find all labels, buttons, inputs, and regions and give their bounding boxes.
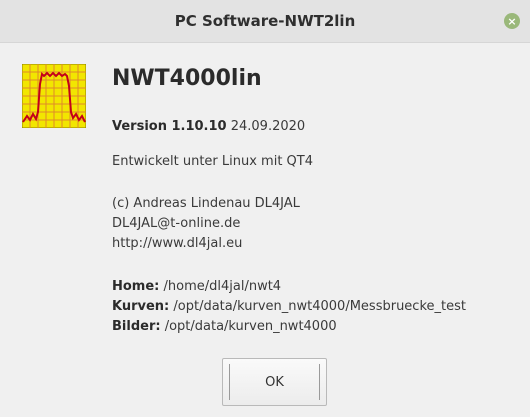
- bilder-path-value: /opt/data/kurven_nwt4000: [164, 319, 337, 334]
- copyright-line: (c) Andreas Lindenau DL4JAL: [112, 196, 300, 211]
- home-path-value: /home/dl4jal/nwt4: [163, 279, 282, 294]
- ok-button-label: OK: [265, 374, 284, 390]
- email-text: DL4JAL@t-online.de: [112, 216, 241, 231]
- version-label: Version 1.10.10: [112, 119, 227, 134]
- kurven-path-line: Kurven: /opt/data/kurven_nwt4000/Messbru…: [112, 298, 466, 316]
- version-date: 24.09.2020: [230, 119, 306, 134]
- close-icon[interactable]: ×: [504, 13, 520, 29]
- window-title: PC Software-NWT2lin: [174, 12, 356, 30]
- version-line: Version 1.10.10 24.09.2020: [112, 118, 305, 136]
- filter-curve-icon: [22, 64, 86, 128]
- kurven-path-label: Kurven:: [112, 299, 170, 314]
- bilder-path-line: Bilder: /opt/data/kurven_nwt4000: [112, 318, 337, 336]
- ok-button[interactable]: OK: [222, 358, 327, 406]
- website-text: http://www.dl4jal.eu: [112, 236, 243, 251]
- developed-note: Entwickelt unter Linux mit QT4: [112, 154, 314, 169]
- app-name: NWT4000lin: [112, 66, 262, 91]
- home-path-label: Home:: [112, 279, 160, 294]
- title-bar: PC Software-NWT2lin ×: [0, 0, 530, 43]
- bilder-path-label: Bilder:: [112, 319, 161, 334]
- kurven-path-value: /opt/data/kurven_nwt4000/Messbruecke_tes…: [173, 299, 466, 314]
- home-path-line: Home: /home/dl4jal/nwt4: [112, 278, 281, 296]
